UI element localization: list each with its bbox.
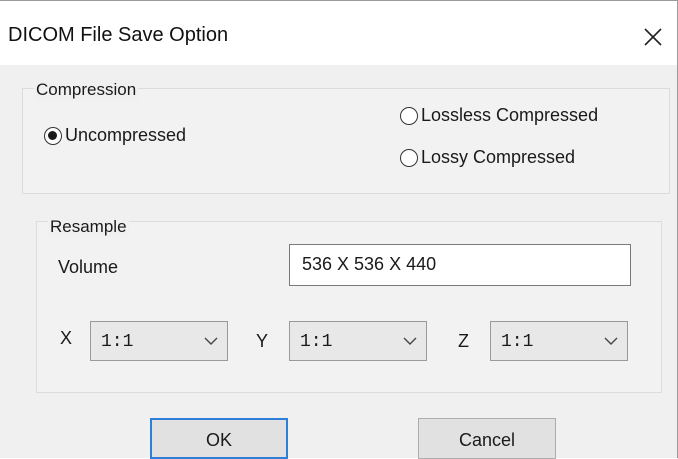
- chevron-down-icon: [604, 337, 618, 345]
- dialog-title: DICOM File Save Option: [8, 24, 229, 46]
- axis-y-label: Y: [256, 331, 269, 351]
- close-button[interactable]: [630, 15, 676, 59]
- radio-indicator: [400, 106, 418, 125]
- radio-indicator: [400, 148, 418, 167]
- volume-field[interactable]: 536 X 536 X 440: [289, 244, 631, 286]
- radio-lossy-compressed[interactable]: Lossy Compressed: [400, 147, 575, 168]
- x-ratio-select[interactable]: 1:1: [90, 321, 228, 361]
- radio-label-uncompressed: Uncompressed: [65, 125, 187, 145]
- chevron-down-icon: [204, 337, 218, 345]
- axis-x-label: X: [60, 328, 73, 348]
- z-ratio-value: 1:1: [501, 332, 534, 352]
- cancel-button[interactable]: Cancel: [418, 418, 556, 459]
- compression-group-label: Compression: [34, 80, 139, 100]
- chevron-down-icon: [403, 337, 417, 345]
- radio-label-lossy: Lossy Compressed: [421, 147, 576, 167]
- radio-uncompressed[interactable]: Uncompressed: [44, 125, 186, 146]
- volume-label: Volume: [58, 257, 119, 277]
- radio-lossless-compressed[interactable]: Lossless Compressed: [400, 105, 598, 126]
- title-bar: DICOM File Save Option: [0, 1, 677, 65]
- y-ratio-value: 1:1: [300, 332, 333, 352]
- close-icon: [644, 28, 662, 46]
- dicom-save-dialog: DICOM File Save Option Compression Uncom…: [0, 0, 678, 459]
- resample-group-label: Resample: [48, 217, 129, 237]
- x-ratio-value: 1:1: [101, 332, 134, 352]
- z-ratio-select[interactable]: 1:1: [490, 321, 628, 361]
- radio-label-lossless: Lossless Compressed: [421, 105, 599, 125]
- radio-indicator-selected: [44, 126, 62, 145]
- axis-z-label: Z: [458, 331, 469, 351]
- ok-button[interactable]: OK: [150, 418, 288, 459]
- y-ratio-select[interactable]: 1:1: [289, 321, 427, 361]
